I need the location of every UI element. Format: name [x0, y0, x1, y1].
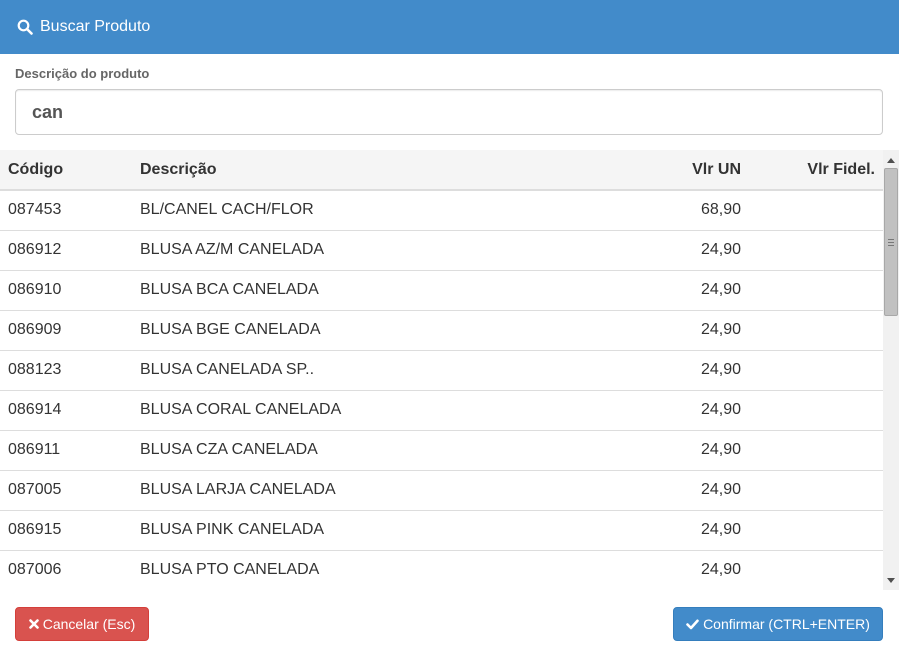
cell-descricao: BLUSA PTO CANELADA — [140, 561, 320, 578]
cell-vlr-un: 24,90 — [700, 441, 741, 458]
grip-icon — [888, 239, 894, 246]
cell-vlr-fidel — [749, 510, 883, 550]
cell-vlr-fidel — [749, 270, 883, 310]
search-label: Descrição do produto — [15, 66, 150, 81]
search-icon — [17, 19, 33, 35]
cell-vlr-un: 24,90 — [700, 361, 741, 378]
header-vlr-fidel[interactable]: Vlr Fidel. — [749, 150, 883, 190]
modal-title: Buscar Produto — [40, 18, 151, 35]
cell-descricao: BLUSA AZ/M CANELADA — [140, 241, 325, 258]
cell-vlr-un: 24,90 — [700, 321, 741, 338]
cell-vlr-fidel — [749, 470, 883, 510]
cancel-button-label: Cancelar (Esc) — [42, 616, 136, 632]
cell-vlr-fidel — [749, 430, 883, 470]
cell-vlr-fidel — [749, 550, 883, 590]
close-icon — [28, 619, 39, 629]
table-row[interactable]: 086910 BLUSA BCA CANELADA 24,90 — [0, 270, 883, 310]
table-row[interactable]: 086911 BLUSA CZA CANELADA 24,90 — [0, 430, 883, 470]
check-icon — [686, 618, 699, 629]
cell-codigo: 087453 — [8, 201, 62, 219]
scroll-down-arrow-icon[interactable] — [883, 572, 899, 588]
cell-vlr-un: 24,90 — [700, 561, 741, 578]
results-table-container: Código Descrição Vlr UN Vlr Fidel. 08745… — [0, 150, 899, 590]
cell-vlr-fidel — [749, 390, 883, 430]
header-vlr-un[interactable]: Vlr UN — [602, 150, 749, 190]
cell-vlr-un: 68,90 — [700, 201, 741, 219]
cell-codigo: 086914 — [8, 401, 62, 418]
cell-vlr-un: 24,90 — [700, 281, 741, 298]
cell-codigo: 086910 — [8, 281, 62, 298]
cell-codigo: 087005 — [8, 481, 62, 498]
header-codigo[interactable]: Código — [0, 150, 132, 190]
cell-descricao: BLUSA CZA CANELADA — [140, 441, 318, 458]
cell-vlr-fidel — [749, 350, 883, 390]
cell-vlr-fidel — [749, 190, 883, 230]
cell-descricao: BLUSA PINK CANELADA — [140, 521, 325, 538]
cell-descricao: BLUSA BCA CANELADA — [140, 281, 319, 298]
cell-codigo: 086912 — [8, 241, 62, 258]
cell-codigo: 088123 — [8, 361, 62, 378]
confirm-button-label: Confirmar (CTRL+ENTER) — [703, 616, 870, 632]
cell-descricao: BLUSA CORAL CANELADA — [140, 401, 342, 418]
cell-vlr-un: 24,90 — [700, 481, 741, 498]
table-row[interactable]: 086912 BLUSA AZ/M CANELADA 24,90 — [0, 230, 883, 270]
scroll-up-arrow-icon[interactable] — [883, 152, 899, 168]
cell-vlr-un: 24,90 — [700, 521, 741, 538]
modal-header: Buscar Produto — [0, 0, 899, 54]
table-row[interactable]: 087005 BLUSA LARJA CANELADA 24,90 — [0, 470, 883, 510]
cell-vlr-un: 24,90 — [700, 401, 741, 418]
table-row[interactable]: 087006 BLUSA PTO CANELADA 24,90 — [0, 550, 883, 590]
cell-codigo: 087006 — [8, 561, 62, 578]
table-scrollbar[interactable] — [883, 150, 899, 590]
cell-vlr-fidel — [749, 230, 883, 270]
cell-codigo: 086915 — [8, 521, 62, 538]
cell-codigo: 086911 — [8, 441, 61, 458]
header-descricao[interactable]: Descrição — [132, 150, 602, 190]
results-table: Código Descrição Vlr UN Vlr Fidel. 08745… — [0, 150, 883, 590]
cell-codigo: 086909 — [8, 321, 62, 338]
cell-vlr-un: 24,90 — [700, 241, 741, 258]
search-input[interactable] — [15, 89, 883, 135]
cancel-button[interactable]: Cancelar (Esc) — [15, 607, 149, 641]
table-row[interactable]: 088123 BLUSA CANELADA SP.. 24,90 — [0, 350, 883, 390]
table-row[interactable]: 087453 BL/CANEL CACH/FLOR 68,90 — [0, 190, 883, 230]
cell-vlr-fidel — [749, 310, 883, 350]
table-row[interactable]: 086915 BLUSA PINK CANELADA 24,90 — [0, 510, 883, 550]
cell-descricao: BLUSA CANELADA SP.. — [140, 361, 315, 378]
confirm-button[interactable]: Confirmar (CTRL+ENTER) — [673, 607, 883, 641]
cell-descricao: BLUSA LARJA CANELADA — [140, 481, 336, 498]
cell-descricao: BL/CANEL CACH/FLOR — [140, 201, 314, 219]
table-row[interactable]: 086914 BLUSA CORAL CANELADA 24,90 — [0, 390, 883, 430]
table-row[interactable]: 086909 BLUSA BGE CANELADA 24,90 — [0, 310, 883, 350]
scrollbar-thumb[interactable] — [884, 168, 898, 316]
cell-descricao: BLUSA BGE CANELADA — [140, 321, 321, 338]
table-header-row: Código Descrição Vlr UN Vlr Fidel. — [0, 150, 883, 190]
